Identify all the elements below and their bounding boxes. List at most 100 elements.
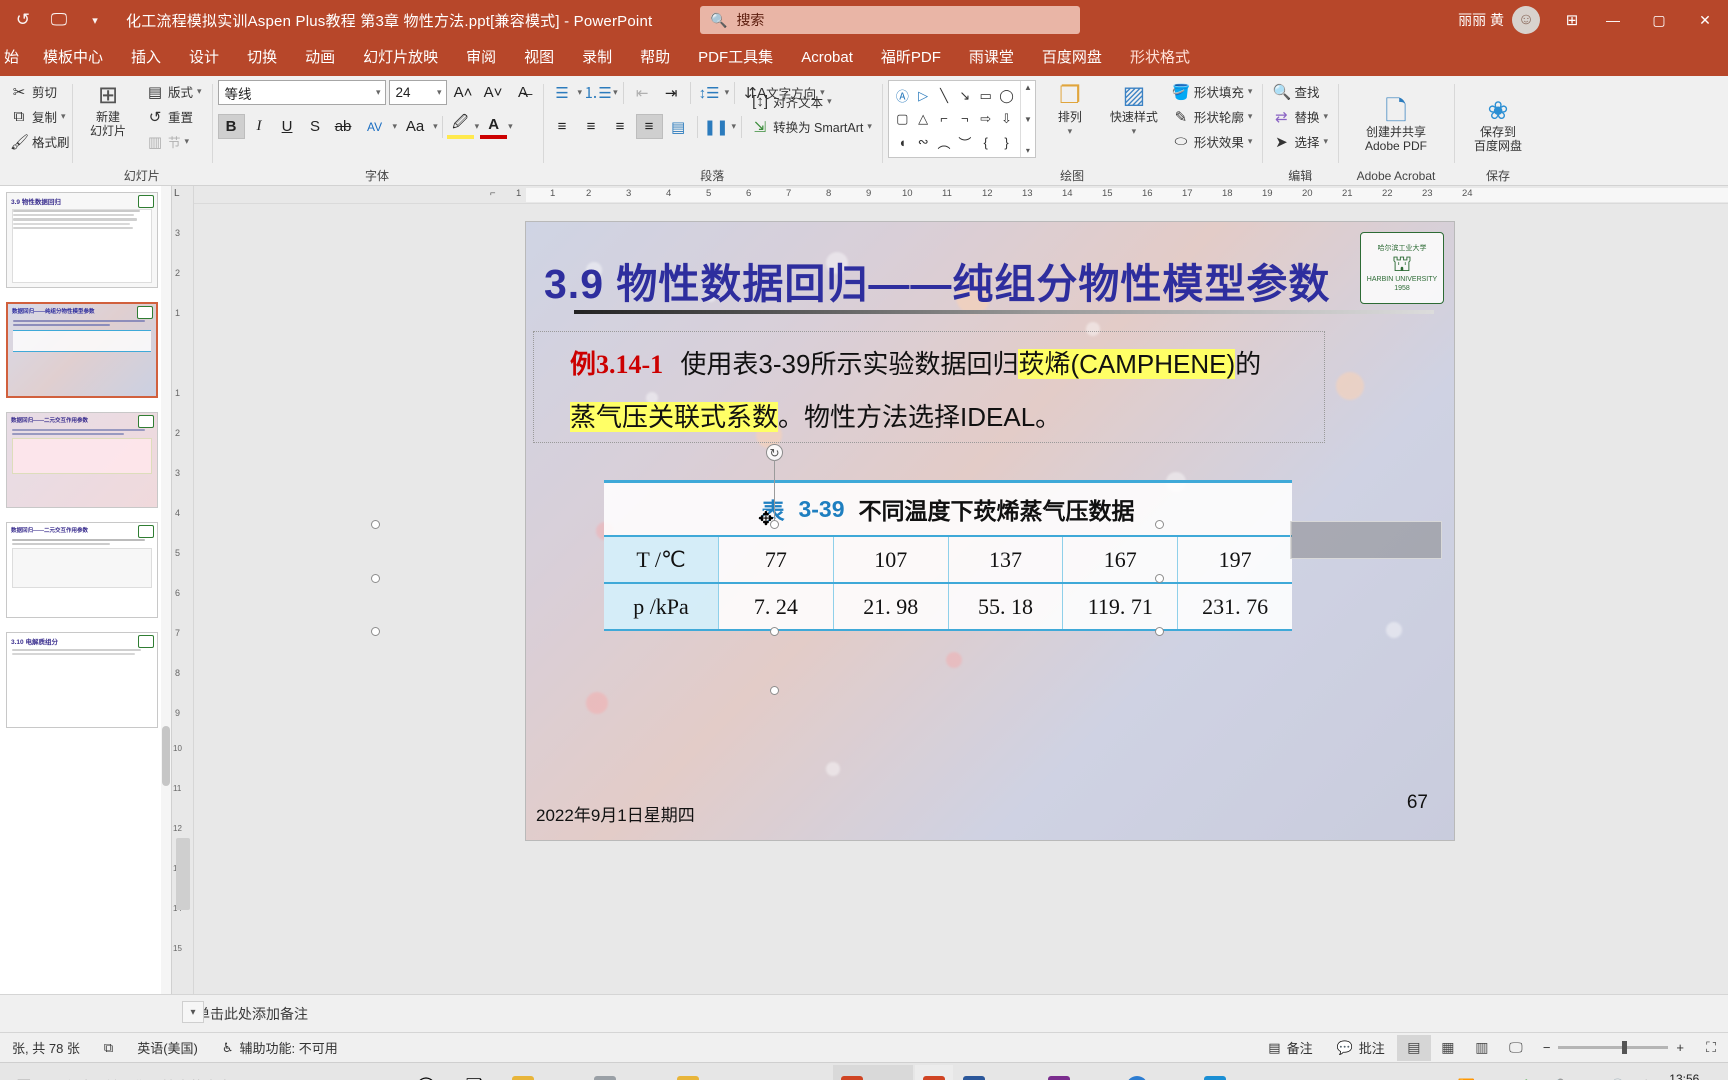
microphone-icon[interactable]: 🎤 <box>1541 1063 1571 1080</box>
character-spacing-button[interactable]: AV <box>358 114 392 139</box>
taskbar-item-media-player[interactable]: ▶ 电影... <box>1196 1065 1276 1080</box>
rotation-handle[interactable]: ↻ <box>766 444 783 461</box>
tab-pdf-tools[interactable]: PDF工具集 <box>684 40 787 76</box>
chevron-down-icon[interactable]: ▾ <box>437 87 442 98</box>
chevron-down-icon[interactable]: ▾ <box>578 87 583 98</box>
shape-scribble-icon[interactable]: ∾ <box>913 131 934 154</box>
new-slide-button[interactable]: ⊞ 新建 幻灯片 <box>78 80 138 138</box>
list-item[interactable]: 3.10 电解质组分 <box>6 632 158 728</box>
slide-title[interactable]: 3.9 物性数据回归——纯组分物性模型参数 <box>544 250 1359 310</box>
chevron-down-icon[interactable]: ▾ <box>732 121 737 132</box>
italic-button[interactable]: I <box>246 114 273 139</box>
shape-arc2-icon[interactable]: ︶ <box>954 131 975 154</box>
tab-help[interactable]: 帮助 <box>626 40 684 76</box>
taskbar-item-folder-1[interactable]: ▰ 化工... <box>504 1065 584 1080</box>
shape-outline-button[interactable]: ✎ 形状轮廓 ▾ <box>1168 105 1257 128</box>
taskbar-item-aspen[interactable]: A Sim... <box>1118 1065 1194 1080</box>
convert-smartart-button[interactable]: ⇲ 转换为 SmartArt ▾ <box>747 115 876 138</box>
thumbnail-scrollbar[interactable] <box>161 186 171 994</box>
slide-sorter-icon[interactable]: ▦ <box>1431 1035 1465 1061</box>
text-shadow-button[interactable]: S <box>302 114 329 139</box>
tab-template-center[interactable]: 模板中心 <box>29 40 117 76</box>
increase-indent-icon[interactable]: ⇥ <box>658 80 685 105</box>
shape-effects-button[interactable]: ⬭ 形状效果 ▾ <box>1168 130 1257 153</box>
tab-animations[interactable]: 动画 <box>291 40 349 76</box>
selection-handle-extra[interactable] <box>770 686 779 695</box>
comments-button[interactable]: 💬 批注 <box>1325 1038 1397 1057</box>
normal-view-icon[interactable]: ▤ <box>1397 1035 1431 1061</box>
copy-button[interactable]: ⧉ 复制 ▾ <box>6 105 74 128</box>
format-painter-button[interactable]: 🖌 格式刷 <box>6 130 74 153</box>
shape-right-arrow-icon[interactable]: ⇨ <box>975 107 996 130</box>
find-button[interactable]: 🔍 查找 <box>1268 80 1332 103</box>
shape-ellipse-icon[interactable]: ◯ <box>996 84 1017 107</box>
language-status[interactable]: 英语(美国) <box>125 1038 210 1057</box>
chevron-down-icon[interactable]: ▾ <box>376 87 381 98</box>
zoom-control[interactable]: − + <box>1533 1040 1694 1055</box>
chevron-down-icon[interactable]: ▾ <box>827 96 832 107</box>
maximize-button[interactable]: ▢ <box>1636 0 1682 40</box>
scroll-down-icon[interactable]: ▼ <box>1024 115 1032 124</box>
font-name-combo[interactable]: 等线 ▾ <box>218 80 386 105</box>
shapes-gallery[interactable]: Ⓐ ▷ ╲ ↘ ▭ ◯ ▢ △ ⌐ ¬ ⇨ ⇩ ◖ ∾ ︵ ︶ { <box>888 80 1036 158</box>
selection-handle-ml[interactable] <box>371 574 380 583</box>
font-size-combo[interactable]: 24 ▾ <box>389 80 447 105</box>
shape-elbow2-icon[interactable]: ¬ <box>954 107 975 130</box>
selection-handle-bl[interactable] <box>371 627 380 636</box>
chevron-down-icon[interactable]: ▾ <box>613 87 618 98</box>
shape-left-brace-icon[interactable]: { <box>975 131 996 154</box>
create-share-pdf-button[interactable]: 🗋 创建并共享 Adobe PDF <box>1344 95 1448 153</box>
layout-button[interactable]: ▤ 版式 ▾ <box>142 80 206 103</box>
selection-handle-tc[interactable] <box>770 520 779 529</box>
chevron-down-icon[interactable]: ▾ <box>1248 86 1253 97</box>
selection-handle-bc[interactable] <box>770 627 779 636</box>
accessibility-status[interactable]: ♿ 辅助功能: 不可用 <box>210 1038 350 1057</box>
selection-handle-br[interactable] <box>1155 627 1164 636</box>
tab-view[interactable]: 视图 <box>510 40 568 76</box>
align-left-icon[interactable]: ≡ <box>549 114 576 139</box>
tab-insert[interactable]: 插入 <box>117 40 175 76</box>
vertical-scrollbar-thumb[interactable] <box>176 838 190 910</box>
shield-icon[interactable]: 🛡 <box>1511 1063 1541 1080</box>
chevron-down-icon[interactable]: ▾ <box>1132 124 1137 138</box>
taskbar-item-edge[interactable]: ◉ <box>793 1065 831 1080</box>
chevron-down-icon[interactable]: ▾ <box>185 136 190 147</box>
ime-icon[interactable]: 中 <box>1631 1063 1661 1080</box>
tab-baidu-netdisk[interactable]: 百度网盘 <box>1028 40 1116 76</box>
align-text-button[interactable]: [↕] 对齐文本 ▾ <box>747 90 876 113</box>
shape-rounded-rect-icon[interactable]: ▢ <box>892 107 913 130</box>
shapes-gallery-scrollbar[interactable]: ▲ ▼ ▾ <box>1020 81 1035 157</box>
chevron-down-icon[interactable]: ▾ <box>867 121 872 132</box>
user-name[interactable]: 丽丽 黄 <box>1458 10 1512 30</box>
clock[interactable]: 13:56 2022/9/1 <box>1661 1072 1724 1080</box>
chevron-up-icon[interactable]: ^ <box>1421 1063 1451 1080</box>
distribute-icon[interactable]: ▤ <box>665 114 692 139</box>
save-to-baidu-button[interactable]: ❀ 保存到 百度网盘 <box>1460 95 1536 153</box>
taskbar-item-snipping-tool[interactable]: ✂ <box>753 1065 791 1080</box>
body-text-placeholder[interactable]: 例3.14-1 使用表3-39所示实验数据回归莰烯(CAMPHENE)的 蒸气压… <box>534 332 1324 442</box>
shape-textbox-icon[interactable]: Ⓐ <box>892 84 913 107</box>
notes-collapse-icon[interactable]: ▾ <box>182 1001 204 1023</box>
selection-handle-mr[interactable] <box>1155 574 1164 583</box>
decrease-indent-icon[interactable]: ⇤ <box>629 80 656 105</box>
selection-handle-tl[interactable] <box>371 520 380 529</box>
chevron-down-icon[interactable]: ▾ <box>508 121 513 132</box>
tab-foxit-pdf[interactable]: 福昕PDF <box>867 40 955 76</box>
tab-shape-format[interactable]: 形状格式 <box>1116 40 1204 76</box>
grow-font-icon[interactable]: A˄ <box>450 80 477 105</box>
align-center-icon[interactable]: ≡ <box>578 114 605 139</box>
taskbar-search-input[interactable]: 在这里输入你要搜索的内容 <box>48 1065 396 1080</box>
list-item[interactable]: 3.9 物性数据回归 <box>6 192 158 288</box>
shape-arrow-icon[interactable]: ↘ <box>954 84 975 107</box>
cloud-icon[interactable]: ☁ <box>1481 1063 1511 1080</box>
selection-handle-tr[interactable] <box>1155 520 1164 529</box>
chevron-down-icon[interactable]: ▾ <box>1323 136 1328 147</box>
notes-pane[interactable]: ▾ 单击此处添加备注 <box>0 994 1728 1032</box>
list-item[interactable]: 数据回归——纯组分物性模型参数 <box>6 302 158 398</box>
reading-view-icon[interactable]: ▥ <box>1465 1035 1499 1061</box>
slide-thumbnail-pane[interactable]: 3.9 物性数据回归 数据回归——纯组分物性模型参数 数据回归——二元交互作用参… <box>0 186 172 994</box>
zoom-in-button[interactable]: + <box>1676 1040 1684 1055</box>
tab-rain-classroom[interactable]: 雨课堂 <box>955 40 1028 76</box>
gallery-more-icon[interactable]: ▾ <box>1026 146 1030 155</box>
zoom-out-button[interactable]: − <box>1543 1040 1551 1055</box>
